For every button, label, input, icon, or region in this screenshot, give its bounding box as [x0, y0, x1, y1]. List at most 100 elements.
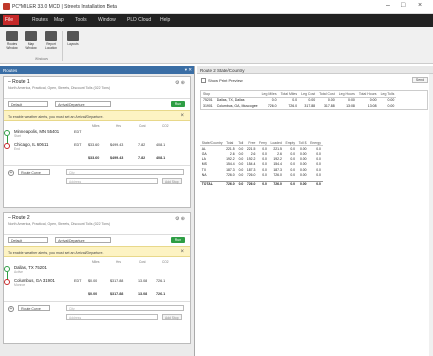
- stop-cell: EDT: [74, 130, 82, 134]
- menu-map[interactable]: Map: [52, 17, 66, 23]
- run-button[interactable]: Run: [171, 237, 185, 243]
- col-header: Cost: [139, 124, 146, 128]
- add-stop-button[interactable]: Add Stop: [162, 314, 182, 320]
- stop-type-select[interactable]: Route Curve: [18, 169, 51, 175]
- route-description: North America, Practical, Open, Streets,…: [8, 222, 110, 226]
- add-stop-icon[interactable]: +: [8, 169, 14, 176]
- title-bar: PC*MILER 33.0 MCD | Streets Installation…: [0, 0, 433, 14]
- table-cell: 0.0: [283, 180, 297, 187]
- pane-pin-icon[interactable]: ▾ ✕: [185, 67, 192, 73]
- table-cell: 726.0: [268, 180, 284, 187]
- table-cell: 726.0: [245, 180, 258, 187]
- route-settings-icon[interactable]: ⚙ ⊕: [175, 80, 185, 86]
- total-cell: $0.00: [88, 292, 98, 296]
- vertical-scrollbar[interactable]: [429, 74, 433, 356]
- arrival-select[interactable]: Arrival/Departure: [55, 237, 112, 243]
- address-input[interactable]: Address: [66, 178, 158, 184]
- map-window-button[interactable]: Map Window: [22, 31, 40, 51]
- city-input[interactable]: City: [66, 169, 184, 175]
- route-options: Default Arrival/Departure Run: [4, 99, 190, 110]
- route-description: North America, Practical, Open, Streets,…: [8, 86, 110, 90]
- route-header: – Route 1 North America, Practical, Open…: [4, 77, 190, 99]
- map-window-label: Map Window: [25, 42, 37, 50]
- table-cell: 726.0: [246, 172, 256, 177]
- menu-pld-cloud[interactable]: PLD Cloud: [125, 17, 153, 23]
- add-stop-icon[interactable]: +: [8, 305, 14, 312]
- routes-pane: Routes ▾ ✕ – Route 1 North America, Prac…: [0, 66, 195, 356]
- summary-table-box: Stop Leg Miles Total Miles Leg Cost Total Co…: [200, 90, 428, 110]
- city-input[interactable]: City: [66, 305, 184, 311]
- checkbox[interactable]: [201, 78, 206, 84]
- table-cell: 726.0: [224, 180, 237, 187]
- stop-row[interactable]: Chicago, IL 60611 End: [14, 142, 48, 151]
- ribbon-separator: [62, 31, 63, 61]
- layouts-label: Layouts: [67, 42, 79, 46]
- table-cell: 13:08: [346, 103, 355, 108]
- table-row[interactable]: 31901 Columbus, GA, Muscogee 726.0 726.0 317…: [201, 103, 396, 109]
- state-table: State/Country Total Toll Free Ferry Loaded Emp…: [200, 140, 323, 187]
- stop-cell: $499.43: [110, 143, 124, 147]
- report-location-label: Report Location: [44, 42, 58, 50]
- table-cell: 31901: [203, 103, 213, 108]
- table-cell: 154.4: [226, 162, 235, 167]
- stop-cell: $0.00: [88, 279, 98, 283]
- stop-sub: End: [14, 147, 20, 151]
- stop-cell: 13.08: [138, 279, 148, 283]
- menu-help[interactable]: Help: [158, 17, 172, 23]
- table-row[interactable]: TOTAL 726.0 0.0 726.0 0.0 726.0 0.0 0.00 0.0: [200, 180, 323, 187]
- stop-sub: Active: [14, 270, 23, 274]
- menu-routes[interactable]: Routes: [30, 17, 50, 23]
- total-cell: $317.88: [110, 292, 124, 296]
- stop-cell: EDT: [74, 143, 82, 147]
- route-card-2: – Route 2 North America, Practical, Open…: [3, 212, 191, 344]
- layouts-button[interactable]: Layouts: [64, 31, 82, 47]
- close-icon[interactable]: ×: [180, 113, 184, 119]
- close-icon[interactable]: ×: [180, 249, 184, 255]
- report-location-button[interactable]: Report Location: [42, 31, 60, 51]
- send-button[interactable]: Send: [412, 77, 428, 83]
- close-button[interactable]: ×: [418, 2, 422, 9]
- menu-window[interactable]: Window: [96, 17, 118, 23]
- route-name[interactable]: – Route 1: [8, 79, 186, 85]
- profile-select[interactable]: Default: [8, 237, 48, 243]
- maximize-button[interactable]: □: [401, 2, 405, 9]
- state-table-box: State/Country Total Toll Free Ferry Loaded Emp…: [200, 140, 428, 187]
- col-header: Miles: [92, 124, 100, 128]
- report-tab[interactable]: Route 2 State/Country: [197, 66, 433, 74]
- print-preview-toggle[interactable]: Show Print Preview: [201, 78, 243, 84]
- stop-cell: 7.82: [138, 143, 146, 147]
- layouts-icon: [67, 31, 79, 41]
- total-cell: $33.60: [88, 156, 100, 160]
- route-settings-icon[interactable]: ⚙ ⊕: [175, 216, 185, 222]
- menu-bar: File Routes Map Tools Window PLD Cloud H…: [0, 14, 433, 27]
- minimize-button[interactable]: –: [386, 2, 390, 9]
- table-cell: 187.3: [246, 167, 256, 172]
- table-cell: 0.0: [257, 180, 269, 187]
- stop-cell: 408.1: [156, 143, 166, 147]
- menu-file[interactable]: File: [3, 15, 19, 25]
- routes-window-button[interactable]: Routes Window: [3, 31, 21, 51]
- table-cell: 13:08: [367, 103, 377, 108]
- stop-row[interactable]: Columbus, GA 31901 Monroe: [14, 278, 55, 287]
- profile-select[interactable]: Default: [8, 101, 48, 107]
- table-cell: Columbus, GA, Muscogee: [216, 103, 258, 108]
- table-cell: 192.2: [226, 157, 235, 162]
- weather-warning: To enable weather alerts, you must set a…: [4, 110, 190, 121]
- run-button[interactable]: Run: [171, 101, 185, 107]
- stop-row[interactable]: Minneapolis, MN 55401 Start: [14, 129, 59, 138]
- col-header: Hrs: [116, 260, 121, 264]
- routes-pane-header: Routes ▾ ✕: [0, 66, 194, 74]
- table-cell: 154.4: [246, 162, 256, 167]
- weather-warning: To enable weather alerts, you must set a…: [4, 246, 190, 257]
- stop-type-select[interactable]: Route Curve: [18, 305, 51, 311]
- stop-row[interactable]: Dallas, TX 75201 Active: [14, 265, 47, 274]
- end-pin-icon: [4, 279, 10, 285]
- add-stop-button[interactable]: Add Stop: [162, 178, 182, 184]
- total-cell: $499.43: [110, 156, 124, 160]
- address-input[interactable]: Address: [66, 314, 158, 320]
- col-header: CO2: [162, 260, 169, 264]
- menu-tools[interactable]: Tools: [73, 17, 89, 23]
- route-name[interactable]: – Route 2: [8, 215, 186, 221]
- report-pane: Route 2 State/Country Show Print Preview…: [197, 66, 433, 356]
- arrival-select[interactable]: Arrival/Departure: [55, 101, 112, 107]
